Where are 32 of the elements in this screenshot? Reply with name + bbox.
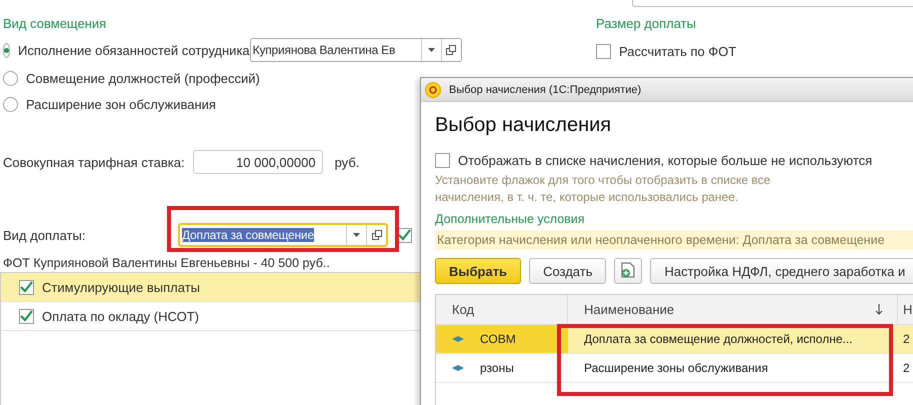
employee-combobox[interactable]: Куприянова Валентина Ев <box>250 38 462 62</box>
window-title: Выбор начисления (1С:Предприятие) <box>449 84 642 96</box>
row-label: Оплата по окладу (НСОТ) <box>42 308 199 324</box>
radio-label: Расширение зон обслуживания <box>26 96 216 112</box>
column-header[interactable]: Код <box>436 295 568 324</box>
column-header[interactable]: Наименование <box>568 295 898 324</box>
table-row[interactable]: рзоны Расширение зоны обслуживания 2 <box>436 354 913 383</box>
section-title: Размер доплаты <box>596 16 697 31</box>
table-row[interactable]: Стимулирующие выплаты <box>1 273 420 302</box>
select-button[interactable]: Выбрать <box>435 258 522 284</box>
fot-label: ФОТ Куприяновой Валентины Евгеньевны - 40 500 руб.. <box>2 256 331 270</box>
checkbox-label: Отображать в списке начисления, которые больше не используются <box>458 152 872 168</box>
rate-field[interactable]: 10 000,00000 <box>192 150 323 174</box>
table-cell: 2 <box>898 325 913 353</box>
radio-label: Исполнение обязанностей сотрудника <box>18 42 250 58</box>
toolbar-button[interactable]: Настройка НДФЛ, среднего заработка и <box>650 258 913 284</box>
toolbar-button[interactable]: Создать <box>529 258 606 284</box>
checkbox-label: Рассчитать по ФОТ <box>619 44 736 58</box>
table-row[interactable]: СОВМ Доплата за совмещение должностей, исполне... 2 <box>436 325 913 354</box>
unit-label: руб. <box>334 154 360 170</box>
radio-label: Совмещение должностей (профессий) <box>26 70 260 86</box>
dialog-heading: Выбор начисления <box>435 114 612 137</box>
column-header[interactable]: Н <box>898 295 913 324</box>
section-title: Дополнительные условия <box>435 212 586 226</box>
category-text: Категория начисления или неоплаченного времени: Доплата за совмещение <box>435 230 913 250</box>
payment-type-combobox[interactable]: Доплата за совмещение <box>178 223 388 247</box>
section-title: Вид совмещения <box>2 16 108 31</box>
table-cell: СОВМ <box>436 325 568 353</box>
field-label: Совокупная тарифная ставка: <box>3 154 185 170</box>
hint-text: Установите флажок для того чтобы отобразить в списке все начисления, в т. ч. те, которые использовались ранее. <box>435 172 772 206</box>
row-label: Стимулирующие выплаты <box>42 280 200 294</box>
field-label: Вид доплаты: <box>3 228 86 242</box>
